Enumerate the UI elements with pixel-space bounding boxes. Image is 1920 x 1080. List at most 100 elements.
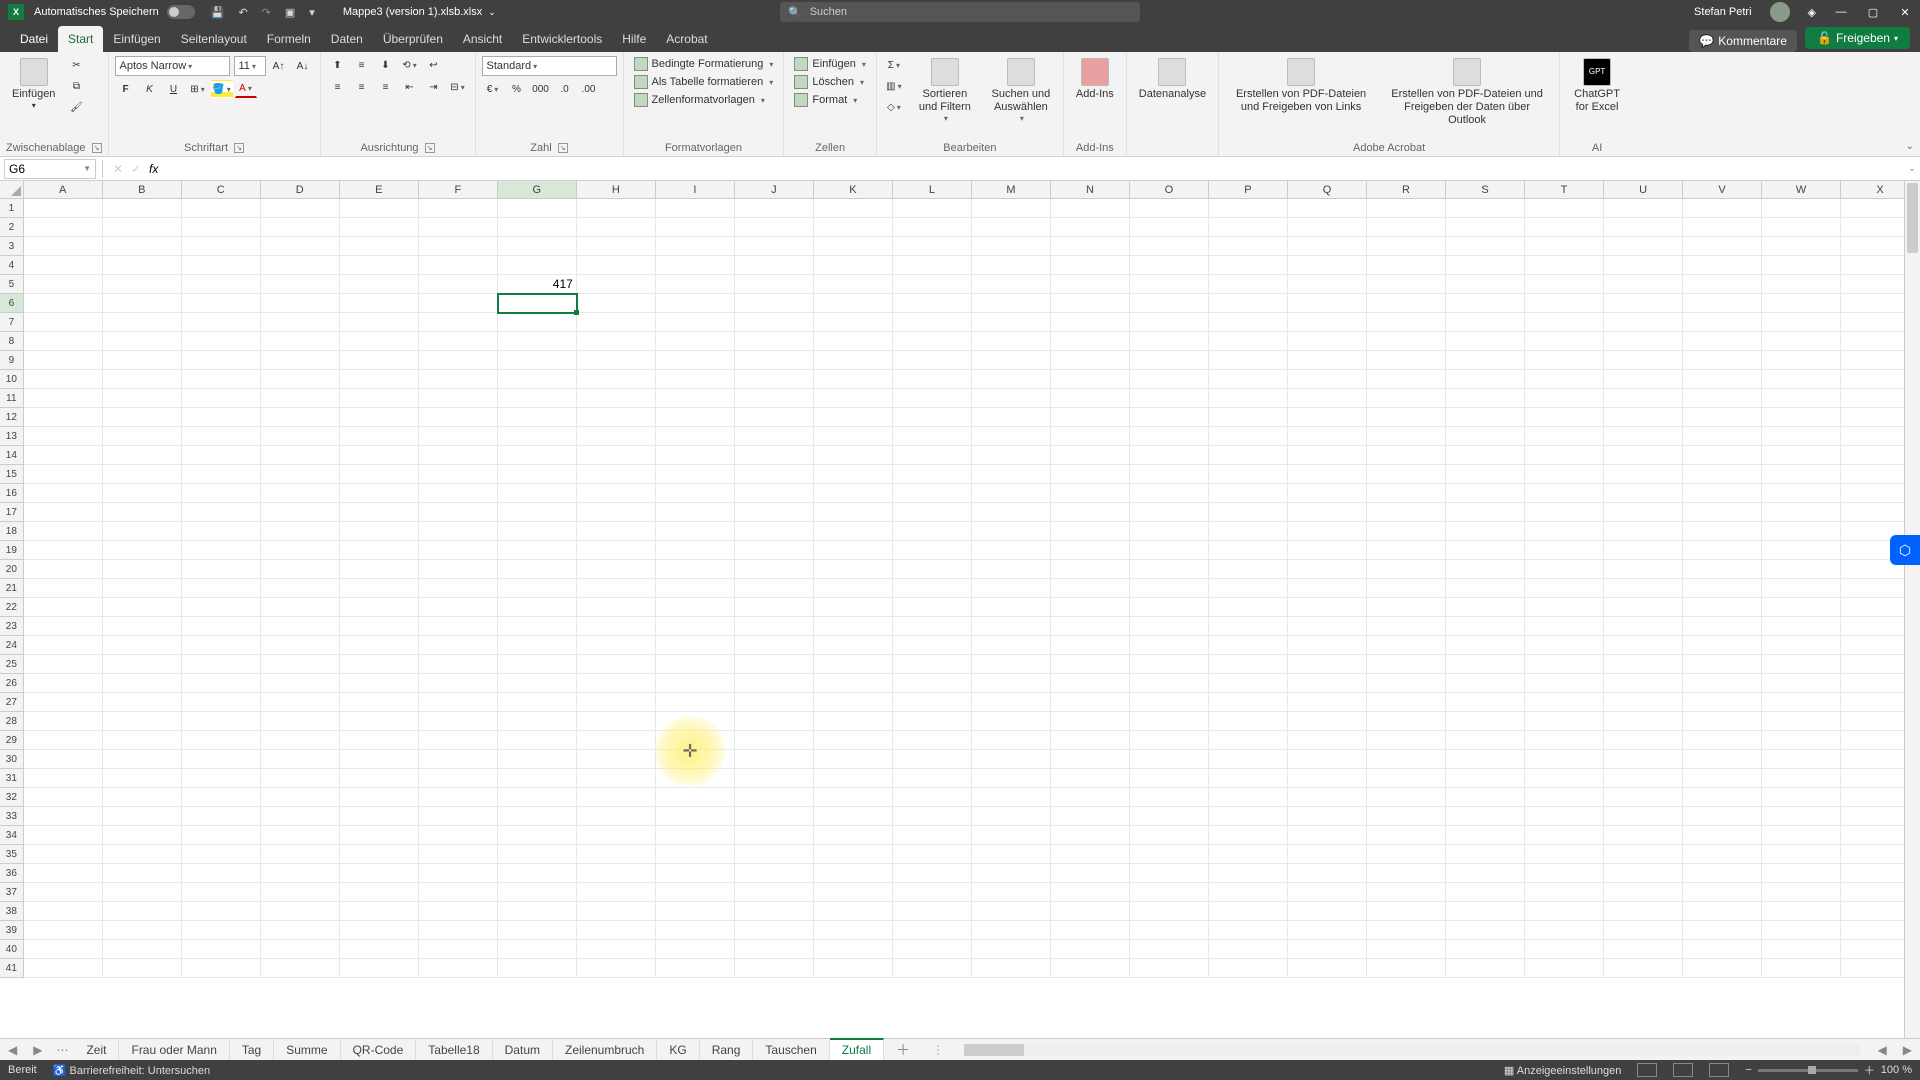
- cell[interactable]: [656, 351, 735, 370]
- cell[interactable]: [1525, 522, 1604, 541]
- cell[interactable]: [1288, 503, 1367, 522]
- cell[interactable]: [1130, 313, 1209, 332]
- cell[interactable]: [1051, 351, 1130, 370]
- zoom-control[interactable]: − ＋ 100 %: [1745, 1062, 1912, 1078]
- cell[interactable]: [340, 313, 419, 332]
- cell[interactable]: [1683, 636, 1762, 655]
- cell[interactable]: [1209, 883, 1288, 902]
- cell[interactable]: [1130, 845, 1209, 864]
- cell[interactable]: [1762, 598, 1841, 617]
- cell[interactable]: [419, 446, 498, 465]
- cell[interactable]: [1367, 579, 1446, 598]
- cell[interactable]: [972, 522, 1051, 541]
- cell[interactable]: [1130, 427, 1209, 446]
- cell[interactable]: [182, 864, 261, 883]
- cell[interactable]: [1762, 655, 1841, 674]
- cell[interactable]: [1683, 674, 1762, 693]
- cell[interactable]: [261, 921, 340, 940]
- cell[interactable]: [1209, 788, 1288, 807]
- cell[interactable]: [1130, 864, 1209, 883]
- cell[interactable]: [1130, 902, 1209, 921]
- cell[interactable]: [577, 598, 656, 617]
- dropbox-badge-icon[interactable]: ⬡: [1890, 535, 1920, 565]
- cell[interactable]: [814, 427, 893, 446]
- cell[interactable]: [182, 313, 261, 332]
- cell[interactable]: [1367, 617, 1446, 636]
- cell[interactable]: [656, 370, 735, 389]
- sheet-tab[interactable]: Frau oder Mann: [119, 1040, 229, 1060]
- cell[interactable]: [1525, 636, 1604, 655]
- cell[interactable]: [1288, 522, 1367, 541]
- cell[interactable]: [1051, 199, 1130, 218]
- cell[interactable]: [419, 674, 498, 693]
- row-header[interactable]: 39: [0, 921, 24, 940]
- cell[interactable]: [1051, 655, 1130, 674]
- cell[interactable]: [498, 750, 577, 769]
- cell[interactable]: [1367, 522, 1446, 541]
- cell[interactable]: [1683, 731, 1762, 750]
- cell[interactable]: [182, 845, 261, 864]
- sheet-tab[interactable]: Zeilenumbruch: [553, 1040, 657, 1060]
- cell[interactable]: [498, 560, 577, 579]
- cell[interactable]: [1130, 655, 1209, 674]
- cell[interactable]: [1604, 294, 1683, 313]
- column-header[interactable]: M: [972, 181, 1051, 198]
- cell[interactable]: [182, 351, 261, 370]
- cell[interactable]: [1288, 541, 1367, 560]
- cell[interactable]: [1683, 598, 1762, 617]
- cell[interactable]: [1762, 218, 1841, 237]
- cell[interactable]: [182, 218, 261, 237]
- cell[interactable]: [261, 731, 340, 750]
- cell[interactable]: [24, 731, 103, 750]
- cell[interactable]: [1051, 731, 1130, 750]
- cell[interactable]: [103, 807, 182, 826]
- cell[interactable]: [893, 712, 972, 731]
- cell[interactable]: [1288, 731, 1367, 750]
- cell[interactable]: [182, 731, 261, 750]
- cell[interactable]: [972, 864, 1051, 883]
- cell[interactable]: [1051, 427, 1130, 446]
- cell[interactable]: [498, 484, 577, 503]
- cell[interactable]: [24, 864, 103, 883]
- cell[interactable]: [1367, 560, 1446, 579]
- cell[interactable]: [1367, 294, 1446, 313]
- cell[interactable]: [577, 332, 656, 351]
- cell[interactable]: [1762, 940, 1841, 959]
- cell[interactable]: [1525, 883, 1604, 902]
- cell[interactable]: [1367, 256, 1446, 275]
- cell[interactable]: [577, 275, 656, 294]
- cell[interactable]: [656, 750, 735, 769]
- cell[interactable]: [577, 256, 656, 275]
- cell[interactable]: [1051, 218, 1130, 237]
- cell[interactable]: [893, 294, 972, 313]
- row-header[interactable]: 15: [0, 465, 24, 484]
- cell[interactable]: [656, 503, 735, 522]
- cell[interactable]: [577, 655, 656, 674]
- cell[interactable]: [656, 294, 735, 313]
- cell[interactable]: [498, 636, 577, 655]
- cell[interactable]: [419, 199, 498, 218]
- accept-formula-icon[interactable]: ✓: [127, 162, 145, 176]
- cell[interactable]: [972, 598, 1051, 617]
- cell[interactable]: [340, 560, 419, 579]
- cell[interactable]: [972, 788, 1051, 807]
- cell[interactable]: [261, 693, 340, 712]
- cell[interactable]: [182, 826, 261, 845]
- cell[interactable]: [1604, 503, 1683, 522]
- cell[interactable]: [735, 237, 814, 256]
- cell[interactable]: [103, 446, 182, 465]
- cell[interactable]: [814, 503, 893, 522]
- cell[interactable]: [182, 294, 261, 313]
- cell-styles-button[interactable]: Zellenformatvorlagen: [630, 92, 769, 108]
- cell[interactable]: [1683, 256, 1762, 275]
- cell[interactable]: [814, 864, 893, 883]
- cell[interactable]: [1604, 693, 1683, 712]
- cell[interactable]: [656, 237, 735, 256]
- cell[interactable]: [1209, 503, 1288, 522]
- cell[interactable]: [1051, 750, 1130, 769]
- cell[interactable]: [1762, 484, 1841, 503]
- cell[interactable]: [735, 560, 814, 579]
- cell[interactable]: [814, 826, 893, 845]
- addins-button[interactable]: Add-Ins: [1070, 56, 1120, 103]
- row-header[interactable]: 19: [0, 541, 24, 560]
